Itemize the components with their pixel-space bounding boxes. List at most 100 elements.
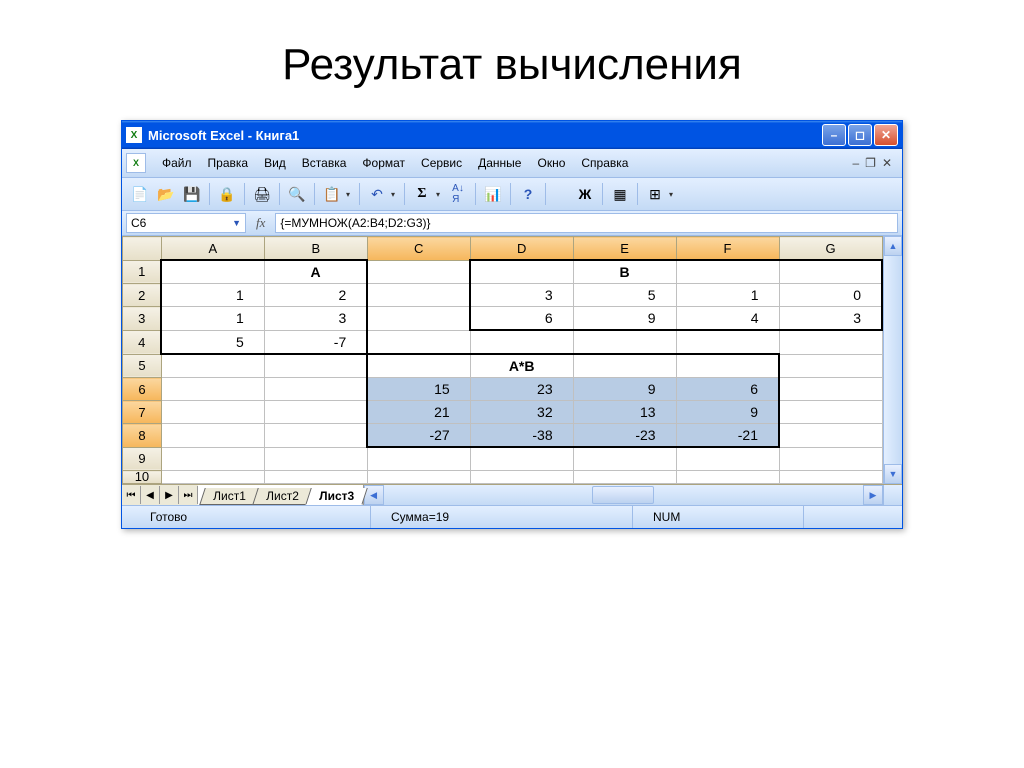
menu-tools[interactable]: Сервис <box>413 153 470 173</box>
cell[interactable] <box>779 401 882 424</box>
nav-next-icon[interactable]: ▶ <box>160 486 179 504</box>
cell[interactable] <box>779 260 882 284</box>
cell[interactable] <box>367 260 470 284</box>
horizontal-scrollbar[interactable]: ◀ ▶ <box>364 485 883 505</box>
open-icon[interactable]: 📂 <box>154 182 178 206</box>
nav-prev-icon[interactable]: ◀ <box>141 486 160 504</box>
col-header-D[interactable]: D <box>470 237 573 261</box>
cell[interactable]: B <box>573 260 676 284</box>
cell[interactable]: 1 <box>161 307 264 331</box>
paste-icon[interactable]: 📋 <box>320 182 344 206</box>
scroll-right-icon[interactable]: ▶ <box>863 485 883 505</box>
cell[interactable]: 23 <box>470 378 573 401</box>
cell[interactable]: 3 <box>470 284 573 307</box>
row-header-1[interactable]: 1 <box>123 260 162 284</box>
doc-restore-button[interactable]: ❐ <box>865 156 876 170</box>
menu-view[interactable]: Вид <box>256 153 294 173</box>
cell[interactable] <box>264 471 367 484</box>
cell[interactable]: 5 <box>161 330 264 354</box>
cell[interactable] <box>470 447 573 471</box>
cell[interactable]: 9 <box>676 401 779 424</box>
menu-window[interactable]: Окно <box>529 153 573 173</box>
cell[interactable]: 3 <box>264 307 367 331</box>
dropdown-icon[interactable]: ▼ <box>232 218 241 228</box>
cell[interactable] <box>161 401 264 424</box>
cell[interactable] <box>367 471 470 484</box>
cell[interactable]: 9 <box>573 378 676 401</box>
cell[interactable]: 2 <box>264 284 367 307</box>
nav-first-icon[interactable]: ⏮ <box>122 486 141 504</box>
sheet-tab-active[interactable]: Лист3 <box>305 488 368 505</box>
cell[interactable] <box>264 354 367 378</box>
save-icon[interactable]: 💾 <box>180 182 204 206</box>
sheet-tab[interactable]: Лист1 <box>199 488 259 505</box>
cell[interactable]: 1 <box>161 284 264 307</box>
cell[interactable] <box>161 378 264 401</box>
print-icon[interactable]: 🖨 <box>250 182 274 206</box>
cell[interactable] <box>161 354 264 378</box>
dropdown-icon[interactable]: ▾ <box>669 190 677 199</box>
cell[interactable]: 15 <box>367 378 470 401</box>
row-header-2[interactable]: 2 <box>123 284 162 307</box>
col-header-C[interactable]: C <box>367 237 470 261</box>
research-icon[interactable]: 🔍 <box>285 182 309 206</box>
spreadsheet-grid[interactable]: A B C D E F G 1 A B <box>122 236 883 484</box>
fx-icon[interactable]: fx <box>250 215 271 231</box>
close-button[interactable]: ✕ <box>874 124 898 146</box>
cell[interactable] <box>573 471 676 484</box>
cell[interactable] <box>264 424 367 448</box>
row-header-10[interactable]: 10 <box>123 471 162 484</box>
dropdown-icon[interactable]: ▾ <box>346 190 354 199</box>
doc-restore-button[interactable]: ‒ <box>852 156 859 170</box>
menu-data[interactable]: Данные <box>470 153 529 173</box>
sort-icon[interactable]: А↓Я <box>446 182 470 206</box>
cell[interactable]: -27 <box>367 424 470 448</box>
cell[interactable]: 0 <box>779 284 882 307</box>
chart-icon[interactable]: 📊 <box>481 182 505 206</box>
cell[interactable] <box>573 330 676 354</box>
row-header-7[interactable]: 7 <box>123 401 162 424</box>
row-header-5[interactable]: 5 <box>123 354 162 378</box>
cell[interactable] <box>470 330 573 354</box>
row-header-8[interactable]: 8 <box>123 424 162 448</box>
cell[interactable]: -38 <box>470 424 573 448</box>
undo-icon[interactable]: ↶ <box>365 182 389 206</box>
cell[interactable] <box>367 284 470 307</box>
autosum-icon[interactable]: Σ <box>410 182 434 206</box>
cell[interactable] <box>367 330 470 354</box>
cell[interactable] <box>367 307 470 331</box>
col-header-F[interactable]: F <box>676 237 779 261</box>
cell[interactable]: 6 <box>676 378 779 401</box>
cell[interactable] <box>779 330 882 354</box>
cell[interactable]: -21 <box>676 424 779 448</box>
dropdown-icon[interactable]: ▾ <box>391 190 399 199</box>
cell[interactable] <box>676 447 779 471</box>
new-icon[interactable]: 📄 <box>128 182 152 206</box>
row-header-4[interactable]: 4 <box>123 330 162 354</box>
sheet-tab[interactable]: Лист2 <box>252 488 312 505</box>
dropdown-icon[interactable]: ▾ <box>436 190 444 199</box>
cell[interactable] <box>573 447 676 471</box>
scroll-down-icon[interactable]: ▼ <box>884 464 902 484</box>
menu-format[interactable]: Формат <box>354 153 413 173</box>
cell[interactable]: 6 <box>470 307 573 331</box>
cell[interactable] <box>470 471 573 484</box>
cell[interactable]: 4 <box>676 307 779 331</box>
border-icon[interactable]: ⊞ <box>643 182 667 206</box>
formula-input[interactable]: {=МУМНОЖ(A2:B4;D2:G3)} <box>275 213 898 233</box>
cell[interactable] <box>264 447 367 471</box>
cell[interactable] <box>779 424 882 448</box>
menu-edit[interactable]: Правка <box>200 153 257 173</box>
cell[interactable] <box>779 447 882 471</box>
cell[interactable] <box>676 354 779 378</box>
minimize-button[interactable]: – <box>822 124 846 146</box>
cell[interactable]: 5 <box>573 284 676 307</box>
cell[interactable] <box>161 447 264 471</box>
maximize-button[interactable]: ◻ <box>848 124 872 146</box>
doc-close-button[interactable]: ✕ <box>882 156 892 170</box>
cell[interactable]: -7 <box>264 330 367 354</box>
help-icon[interactable]: ? <box>516 182 540 206</box>
col-header-G[interactable]: G <box>779 237 882 261</box>
cell[interactable] <box>573 354 676 378</box>
cell[interactable] <box>161 260 264 284</box>
